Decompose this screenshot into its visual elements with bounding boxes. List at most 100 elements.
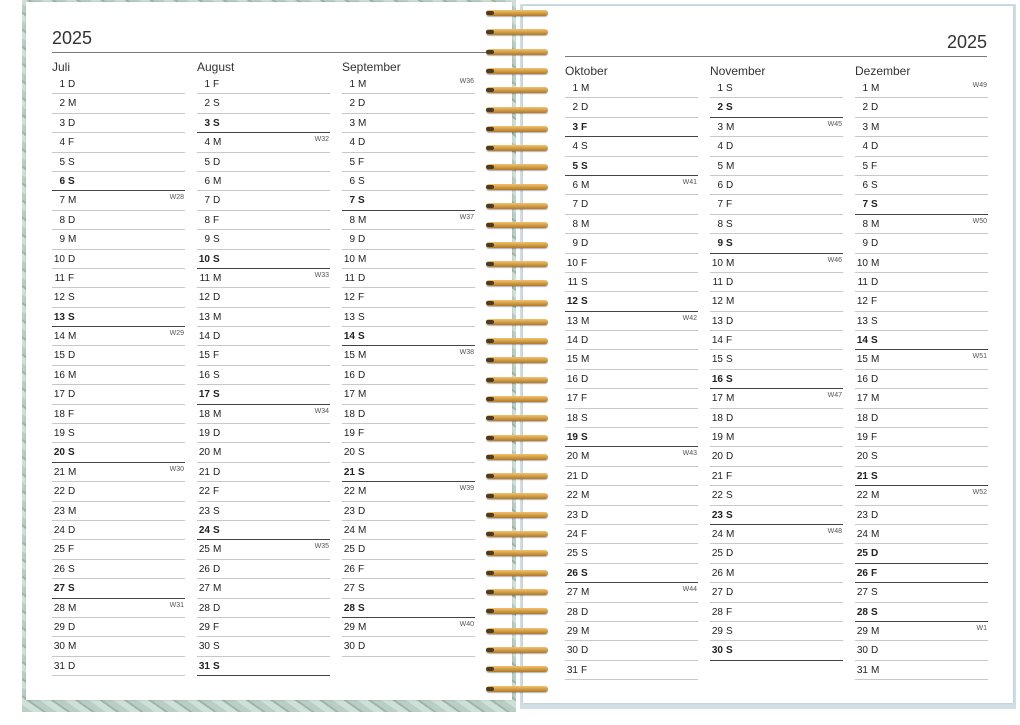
day-row[interactable]: 3F [565, 118, 698, 138]
day-row[interactable]: 27 D [710, 583, 843, 603]
day-row[interactable]: 5S [565, 157, 698, 176]
day-row[interactable]: 1S [710, 79, 843, 99]
day-row[interactable]: 6M [197, 172, 330, 192]
day-row[interactable]: 29 M W40 [342, 618, 475, 638]
day-row[interactable]: 12 D [197, 288, 330, 308]
day-row[interactable]: 14 S [342, 327, 475, 347]
day-row[interactable]: 31 D [52, 657, 185, 677]
day-row[interactable]: 28 M W31 [52, 599, 185, 618]
day-row[interactable]: 2M [52, 94, 185, 114]
day-row[interactable]: 28 D [565, 603, 698, 622]
day-row[interactable]: 2D [342, 94, 475, 114]
day-row[interactable]: 31 M [855, 661, 988, 681]
day-row[interactable]: 10 M [855, 254, 988, 273]
day-row[interactable]: 4 M W32 [197, 133, 330, 153]
day-row[interactable]: 23 D [855, 506, 988, 525]
day-row[interactable]: 20 S [342, 443, 475, 463]
day-row[interactable]: 24 M [342, 521, 475, 541]
day-row[interactable]: 6S [855, 176, 988, 196]
day-row[interactable]: 6S [342, 172, 475, 192]
day-row[interactable]: 26 S [52, 560, 185, 580]
day-row[interactable]: 7D [565, 195, 698, 215]
day-row[interactable]: 25 D [710, 544, 843, 564]
day-row[interactable]: 5M [710, 157, 843, 176]
day-row[interactable]: 27 M W44 [565, 583, 698, 603]
day-row[interactable]: 17 M [855, 389, 988, 409]
day-row[interactable]: 21 D [565, 467, 698, 487]
day-row[interactable]: 22 F [197, 482, 330, 502]
day-row[interactable]: 12 S [52, 288, 185, 308]
day-row[interactable]: 16 M [52, 366, 185, 386]
day-row[interactable]: 8F [197, 211, 330, 231]
day-row[interactable]: 22 M W52 [855, 486, 988, 506]
day-row[interactable]: 17 M [342, 385, 475, 405]
day-row[interactable]: 6D [710, 176, 843, 196]
day-row[interactable]: 13 M W42 [565, 312, 698, 332]
day-row[interactable]: 3S [197, 114, 330, 134]
day-row[interactable]: 19 F [342, 424, 475, 444]
day-row[interactable]: 20 D [710, 447, 843, 467]
day-row[interactable]: 26 M [710, 564, 843, 584]
day-row[interactable]: 13 S [52, 308, 185, 328]
day-row[interactable]: 24 M [855, 525, 988, 545]
day-row[interactable]: 5S [52, 153, 185, 172]
day-row[interactable]: 30 S [197, 637, 330, 657]
day-row[interactable]: 30 D [855, 641, 988, 661]
day-row[interactable]: 31 F [565, 661, 698, 681]
day-row[interactable]: 27 S [855, 583, 988, 603]
day-row[interactable]: 28 F [710, 603, 843, 622]
day-row[interactable]: 14 D [565, 331, 698, 351]
day-row[interactable]: 10 S [197, 250, 330, 269]
day-row[interactable]: 15 S [710, 350, 843, 370]
day-row[interactable]: 7F [710, 195, 843, 215]
day-row[interactable]: 1F [197, 75, 330, 95]
day-row[interactable]: 1 M W49 [855, 79, 988, 99]
day-row[interactable]: 30 S [710, 641, 843, 661]
day-row[interactable]: 15 D [52, 346, 185, 366]
day-row[interactable]: 29 D [52, 618, 185, 638]
day-row[interactable]: 23 M [52, 502, 185, 521]
day-row[interactable]: 1 M W36 [342, 75, 475, 95]
day-row[interactable]: 27 S [342, 579, 475, 599]
day-row[interactable]: 5F [342, 153, 475, 172]
day-row[interactable]: 3M [855, 118, 988, 138]
day-row[interactable]: 7D [197, 191, 330, 211]
day-row[interactable]: 25 F [52, 540, 185, 560]
day-row[interactable]: 21 F [710, 467, 843, 487]
day-row[interactable]: 13 S [342, 308, 475, 328]
day-row[interactable]: 14 D [197, 327, 330, 347]
day-row[interactable]: 19 S [565, 428, 698, 448]
day-row[interactable]: 27 M [197, 579, 330, 599]
day-row[interactable]: 25 S [565, 544, 698, 564]
day-row[interactable]: 9S [710, 234, 843, 254]
day-row[interactable]: 8 M W37 [342, 211, 475, 231]
day-row[interactable]: 26 S [565, 564, 698, 584]
day-row[interactable]: 14 M W29 [52, 327, 185, 347]
day-row[interactable]: 22 D [52, 482, 185, 502]
day-row[interactable]: 19 S [52, 424, 185, 444]
day-row[interactable]: 15 F [197, 346, 330, 366]
day-row[interactable]: 2S [197, 94, 330, 114]
day-row[interactable]: 26 F [855, 564, 988, 584]
day-row[interactable]: 24 F [565, 525, 698, 545]
day-row[interactable]: 4D [342, 133, 475, 153]
day-row[interactable]: 23 D [565, 506, 698, 525]
day-row[interactable]: 8S [710, 215, 843, 235]
day-row[interactable]: 15 M [565, 350, 698, 370]
day-row[interactable]: 9D [565, 234, 698, 254]
day-row[interactable]: 1D [52, 75, 185, 95]
day-row[interactable]: 5F [855, 157, 988, 176]
day-row[interactable]: 24 D [52, 521, 185, 541]
day-row[interactable]: 29 S [710, 622, 843, 642]
day-row[interactable]: 3M [342, 114, 475, 134]
day-row[interactable]: 13 S [855, 312, 988, 332]
day-row[interactable]: 13 M [197, 308, 330, 328]
day-row[interactable]: 18 D [342, 405, 475, 425]
day-row[interactable]: 20 S [855, 447, 988, 467]
day-row[interactable]: 17 S [197, 385, 330, 405]
day-row[interactable]: 25 M W35 [197, 540, 330, 560]
day-row[interactable]: 30 M [52, 637, 185, 657]
day-row[interactable]: 18 S [565, 409, 698, 429]
day-row[interactable]: 23 D [342, 502, 475, 521]
day-row[interactable]: 11 D [855, 273, 988, 293]
